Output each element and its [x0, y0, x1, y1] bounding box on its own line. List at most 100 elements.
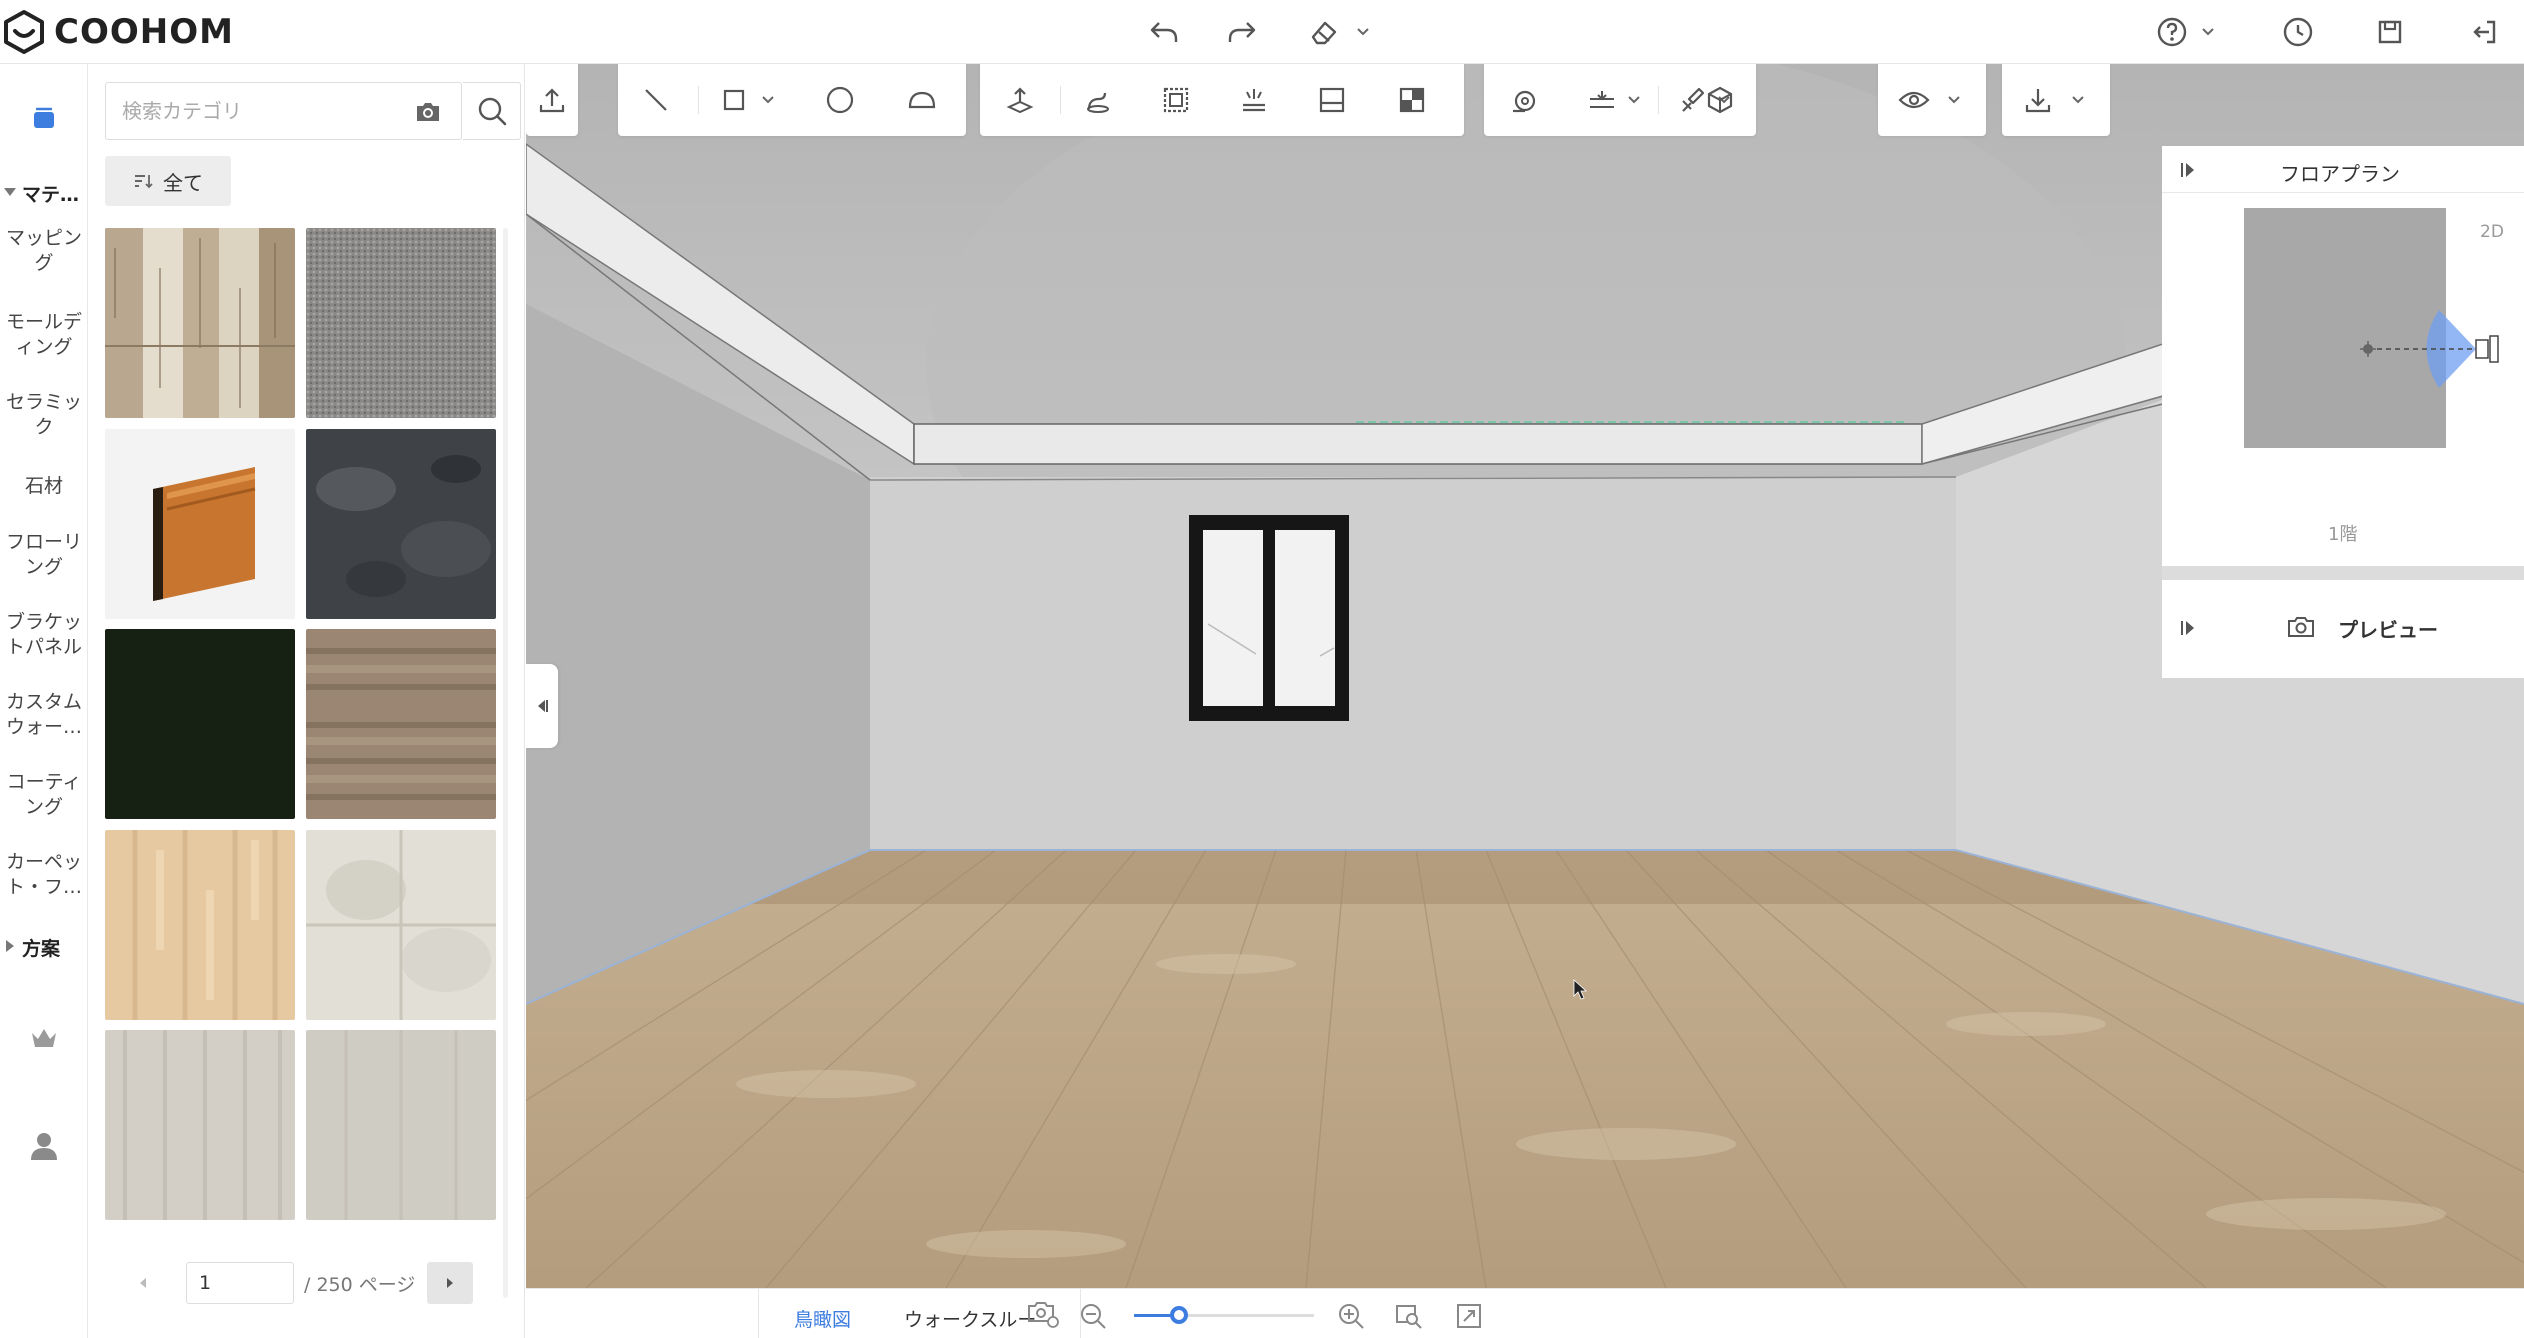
camera-icon-marker[interactable]	[2475, 335, 2499, 363]
view-tab-walkthrough[interactable]: ウォークスルー	[904, 1305, 1036, 1332]
3d-viewport[interactable]: フロアプラン 2D 1階 プレビュー	[526, 64, 2524, 1288]
rail-item-carpet[interactable]: カーペッ ト・フ…	[0, 850, 88, 900]
eraser-dropdown-chevron-icon[interactable]	[1355, 24, 1371, 40]
premium-button[interactable]	[20, 1014, 68, 1062]
image-search-button[interactable]	[410, 95, 446, 129]
whitewashed-wood-thumbnail	[105, 228, 295, 418]
preview-collapse-icon[interactable]	[2178, 618, 2198, 638]
dark-stone-thumbnail	[306, 429, 496, 619]
app-window: COOHOM マテ… マッピン グ モールデ ィング セラミッ ク 石材 フロー…	[0, 0, 2524, 1338]
eraser-button[interactable]	[1302, 10, 1346, 54]
light-strip-button[interactable]	[1232, 78, 1276, 122]
rail-item-bracket-panel[interactable]: ブラケッ トパネル	[0, 610, 88, 660]
page-total-label: / 250 ページ	[304, 1274, 416, 1296]
tape-measure-icon	[1513, 90, 1536, 113]
3d-object-button[interactable]	[1698, 78, 1742, 122]
collapse-catalog-button[interactable]	[526, 664, 558, 748]
save-button[interactable]	[2368, 10, 2412, 54]
catalog-scrollbar[interactable]	[503, 228, 508, 1298]
panel-button[interactable]	[1310, 78, 1354, 122]
extrude-icon	[1006, 87, 1034, 114]
align-button[interactable]	[1580, 78, 1624, 122]
material-tile-light-gray-wood[interactable]	[306, 1030, 496, 1220]
filter-all-label: 全て	[163, 170, 203, 195]
page-number-input[interactable]	[186, 1262, 294, 1304]
fullscreen-icon[interactable]	[1454, 1301, 1484, 1331]
material-tile-white-marble[interactable]	[306, 830, 496, 1020]
upload-button[interactable]	[530, 78, 574, 122]
material-tile-distressed-wood[interactable]	[306, 629, 496, 819]
walkthrough-camera-settings-icon[interactable]	[1026, 1299, 1060, 1329]
help-dropdown-chevron-icon[interactable]	[2200, 24, 2216, 40]
toolbar-group-modify	[980, 64, 1464, 136]
material-tile-dark-stone[interactable]	[306, 429, 496, 619]
measure-tape-button[interactable]	[1502, 78, 1546, 122]
zoom-out-icon[interactable]	[1078, 1301, 1108, 1331]
history-button[interactable]	[2276, 10, 2320, 54]
rail-section-materials[interactable]: マテ…	[0, 180, 88, 207]
align-dropdown-chevron-icon[interactable]	[1626, 94, 1642, 106]
window-object[interactable]	[1189, 515, 1349, 721]
catalog-pager: / 250 ページ	[88, 1250, 525, 1310]
category-search-input[interactable]	[122, 95, 382, 127]
draw-line-button[interactable]	[634, 78, 678, 122]
prev-page-button[interactable]	[128, 1268, 158, 1298]
rectangle-dropdown-chevron-icon[interactable]	[760, 94, 776, 106]
card-gap	[2162, 566, 2524, 580]
pale-wood-thumbnail	[105, 1030, 295, 1220]
draw-circle-button[interactable]	[818, 78, 862, 122]
select-region-button[interactable]	[1154, 78, 1198, 122]
visibility-dropdown-chevron-icon[interactable]	[1946, 94, 1962, 106]
sweep-button[interactable]	[1076, 78, 1120, 122]
search-icon	[478, 97, 506, 126]
preview-camera-icon	[2288, 617, 2314, 637]
download-button[interactable]	[2016, 78, 2060, 122]
rail-item-coating[interactable]: コーティ ング	[0, 770, 88, 820]
filter-all-button[interactable]: 全て	[105, 156, 231, 206]
undo-button[interactable]	[1142, 10, 1186, 54]
account-button[interactable]	[20, 1122, 68, 1170]
rail-item-flooring[interactable]: フローリ ング	[0, 530, 88, 580]
download-dropdown-chevron-icon[interactable]	[2070, 94, 2086, 106]
panel-icon	[1319, 87, 1345, 113]
material-tile-whitewashed-wood[interactable]	[105, 228, 295, 418]
material-tile-gray-carpet[interactable]	[306, 228, 496, 418]
circle-icon	[826, 86, 854, 114]
zoom-in-icon[interactable]	[1336, 1301, 1366, 1331]
next-page-button[interactable]	[427, 1262, 473, 1304]
material-tile-pale-wood[interactable]	[105, 1030, 295, 1220]
preview-label[interactable]: プレビュー	[2338, 614, 2438, 643]
line-icon	[645, 89, 667, 111]
exit-button[interactable]	[2462, 10, 2506, 54]
rail-item-stone[interactable]: 石材	[0, 474, 88, 499]
view-tab-birds-eye[interactable]: 鳥瞰図	[794, 1305, 851, 1332]
visibility-button[interactable]	[1892, 78, 1936, 122]
floor-level-label[interactable]: 1階	[2328, 520, 2357, 546]
floorplan-divider	[2162, 192, 2524, 193]
skirting-board-thumbnail	[105, 429, 295, 619]
redo-button[interactable]	[1220, 10, 1264, 54]
material-tile-light-oak[interactable]	[105, 830, 295, 1020]
undo-icon	[1150, 22, 1178, 42]
layout-button[interactable]	[1390, 78, 1434, 122]
layout-icon	[1399, 87, 1425, 113]
extrude-button[interactable]	[998, 78, 1042, 122]
search-button[interactable]	[463, 82, 521, 140]
rail-item-mapping[interactable]: マッピン グ	[0, 226, 88, 276]
material-tile-skirting-board[interactable]	[105, 429, 295, 619]
rail-item-ceramic[interactable]: セラミッ ク	[0, 390, 88, 440]
floorplan-collapse-icon[interactable]	[2178, 160, 2198, 180]
rail-item-molding[interactable]: モールデ ィング	[0, 310, 88, 360]
rail-section-scheme[interactable]: 方案	[0, 934, 88, 961]
help-button[interactable]	[2150, 10, 2194, 54]
draw-arc-button[interactable]	[900, 78, 944, 122]
floorplan-minimap[interactable]	[2244, 208, 2524, 448]
zoom-slider-handle[interactable]	[1170, 1306, 1188, 1324]
material-tile-dark-green[interactable]	[105, 629, 295, 819]
draw-rectangle-button[interactable]	[712, 78, 756, 122]
select-region-icon	[1163, 87, 1189, 113]
zoom-fit-icon[interactable]	[1394, 1301, 1424, 1331]
coohom-logo[interactable]: COOHOM	[2, 8, 234, 56]
catalog-tab-button[interactable]	[22, 96, 66, 140]
rail-item-custom-wall[interactable]: カスタム ウォー…	[0, 690, 88, 740]
